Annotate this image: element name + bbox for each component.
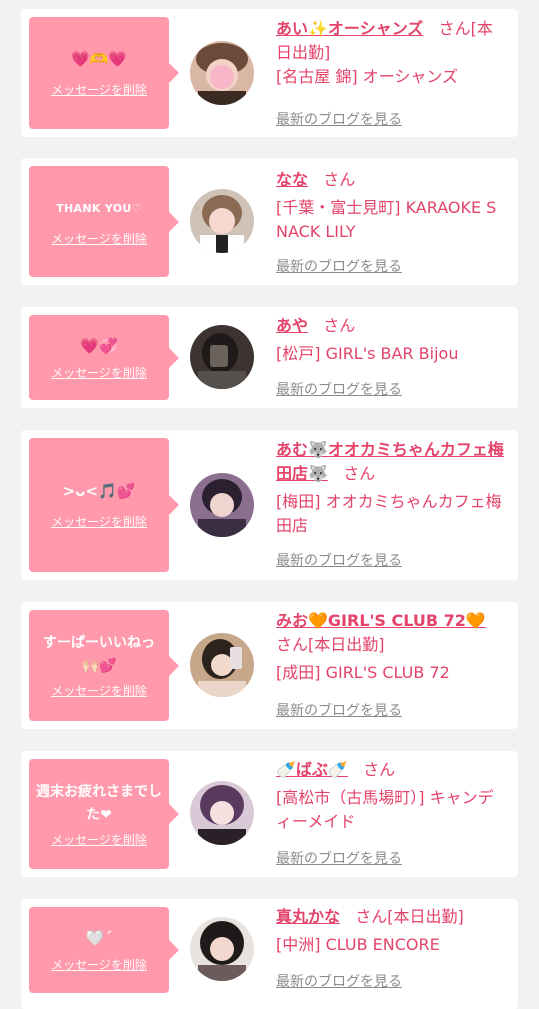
card-info: なな さん [千葉・富士見町] KARAOKE SNACK LILY — [276, 168, 508, 244]
view-blog-link[interactable]: 最新のブログを見る — [276, 971, 402, 991]
shop-name: [名古屋 錦] オーシャンズ — [276, 67, 459, 86]
delete-message-link[interactable]: メッセージを削除 — [51, 230, 147, 247]
message-bubble: 週末お疲れさまでした❤ メッセージを削除 — [29, 759, 179, 869]
message-text: 💗🫶💗 — [70, 50, 128, 68]
view-blog-link[interactable]: 最新のブログを見る — [276, 256, 402, 276]
delete-message-link[interactable]: メッセージを削除 — [51, 831, 147, 848]
sender-name-link[interactable]: あむ🐺オオカミちゃんカフェ梅田店🐺 — [276, 440, 504, 483]
card-info: 真丸かな さん[本日出勤] [中洲] CLUB ENCORE — [276, 905, 508, 957]
honorific: さん — [276, 635, 309, 654]
message-text: すーぱーいいねっ🙌🏻💕 — [43, 635, 155, 674]
delete-message-link[interactable]: メッセージを削除 — [51, 513, 147, 530]
view-blog-link[interactable]: 最新のブログを見る — [276, 550, 402, 570]
message-text: 🤍ˊ — [85, 929, 113, 947]
view-blog-link[interactable]: 最新のブログを見る — [276, 379, 402, 399]
message-card: 💗🫶💗 メッセージを削除 あい✨オーシャンズ さん[本日出勤] [名古屋 錦] … — [21, 9, 518, 137]
honorific: さん — [343, 464, 376, 483]
shop-name: [高松市（古馬場町）] キャンディーメイド — [276, 788, 494, 831]
avatar[interactable] — [190, 325, 254, 389]
message-bubble: 🤍ˊ メッセージを削除 — [29, 907, 179, 993]
delete-message-link[interactable]: メッセージを削除 — [51, 682, 147, 699]
message-bubble: 💗🫶💗 メッセージを削除 — [29, 17, 179, 129]
avatar[interactable] — [190, 189, 254, 253]
delete-message-link[interactable]: メッセージを削除 — [51, 364, 147, 381]
honorific: さん — [363, 760, 396, 779]
delete-message-link[interactable]: メッセージを削除 — [51, 956, 147, 973]
sender-name-link[interactable]: なな — [276, 170, 308, 189]
shop-name: [松戸] GIRL's BAR Bijou — [276, 344, 459, 363]
sender-name-link[interactable]: あや — [276, 316, 308, 335]
message-text: 💗💞 — [80, 336, 118, 355]
honorific: さん — [323, 316, 356, 335]
sender-name-link[interactable]: みお🧡GIRL'S CLUB 72🧡 — [276, 611, 486, 630]
shop-name: [成田] GIRL'S CLUB 72 — [276, 663, 450, 682]
avatar[interactable] — [190, 781, 254, 845]
message-bubble: 💗💞 メッセージを削除 — [29, 315, 179, 400]
card-info: あや さん [松戸] GIRL's BAR Bijou — [276, 314, 508, 366]
message-card: すーぱーいいねっ🙌🏻💕 メッセージを削除 みお🧡GIRL'S CLUB 72🧡 … — [21, 602, 518, 729]
view-blog-link[interactable]: 最新のブログを見る — [276, 700, 402, 720]
shop-name: [千葉・富士見町] KARAOKE SNACK LILY — [276, 198, 497, 241]
avatar[interactable] — [190, 473, 254, 537]
sender-name-link[interactable]: 真丸かな — [276, 907, 340, 926]
honorific: さん — [323, 170, 356, 189]
message-bubble: THANK YOU♡ メッセージを削除 — [29, 166, 179, 277]
honorific: さん — [438, 19, 471, 38]
avatar[interactable] — [190, 633, 254, 697]
delete-message-link[interactable]: メッセージを削除 — [51, 81, 147, 98]
avatar[interactable] — [190, 41, 254, 105]
shop-name: [梅田] オオカミちゃんカフェ梅田店 — [276, 492, 502, 535]
message-bubble: すーぱーいいねっ🙌🏻💕 メッセージを削除 — [29, 610, 179, 721]
status-badge: [本日出勤] — [308, 635, 385, 654]
status-badge: [本日出勤] — [387, 907, 464, 926]
message-bubble: >ᴗ<🎵💕 メッセージを削除 — [29, 438, 179, 572]
avatar[interactable] — [190, 917, 254, 981]
view-blog-link[interactable]: 最新のブログを見る — [276, 848, 402, 868]
sender-name-link[interactable]: あい✨オーシャンズ — [276, 19, 423, 38]
message-text: 週末お疲れさまでした❤ — [36, 783, 162, 823]
message-text: THANK YOU♡ — [56, 201, 142, 215]
sender-name-link[interactable]: 🍼ばぶ🍼 — [276, 760, 348, 779]
message-card: 🤍ˊ メッセージを削除 真丸かな さん[本日出勤] [中洲] CLUB ENCO… — [21, 899, 518, 1009]
message-card: >ᴗ<🎵💕 メッセージを削除 あむ🐺オオカミちゃんカフェ梅田店🐺 さん [梅田]… — [21, 430, 518, 580]
shop-name: [中洲] CLUB ENCORE — [276, 935, 440, 954]
card-info: みお🧡GIRL'S CLUB 72🧡 さん[本日出勤] [成田] GIRL'S … — [276, 609, 508, 685]
honorific: さん — [355, 907, 388, 926]
card-info: あむ🐺オオカミちゃんカフェ梅田店🐺 さん [梅田] オオカミちゃんカフェ梅田店 — [276, 438, 508, 538]
view-blog-link[interactable]: 最新のブログを見る — [276, 109, 402, 129]
card-info: あい✨オーシャンズ さん[本日出勤] [名古屋 錦] オーシャンズ — [276, 17, 508, 89]
message-feed: 💗🫶💗 メッセージを削除 あい✨オーシャンズ さん[本日出勤] [名古屋 錦] … — [0, 0, 539, 1009]
message-card: THANK YOU♡ メッセージを削除 なな さん [千葉・富士見町] KARA… — [21, 158, 518, 285]
message-card: 週末お疲れさまでした❤ メッセージを削除 🍼ばぶ🍼 さん [高松市（古馬場町）]… — [21, 751, 518, 877]
message-text: >ᴗ<🎵💕 — [62, 482, 136, 500]
message-card: 💗💞 メッセージを削除 あや さん [松戸] GIRL's BAR Bijou … — [21, 307, 518, 408]
card-info: 🍼ばぶ🍼 さん [高松市（古馬場町）] キャンディーメイド — [276, 758, 508, 834]
